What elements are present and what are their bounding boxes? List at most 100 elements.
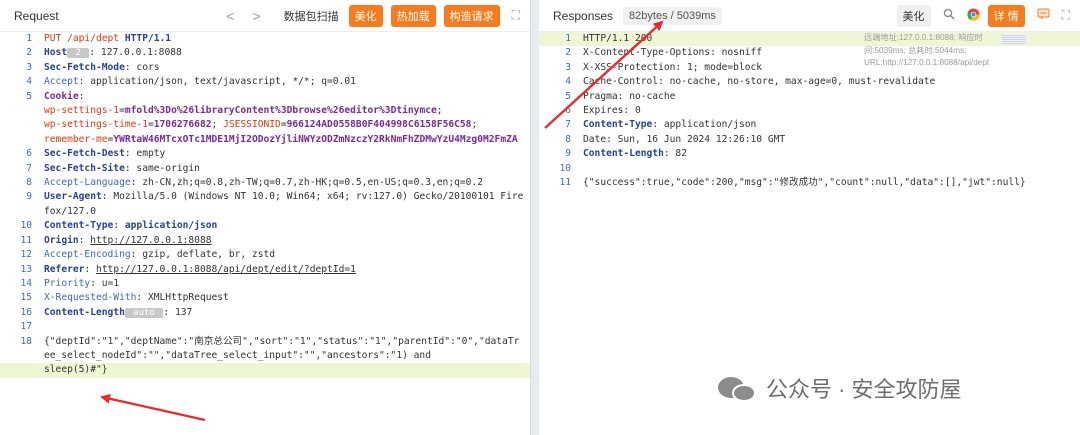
line-number <box>0 118 44 132</box>
line-token: mfold%3Do%26libraryContent%3Dbrowse%26ed… <box>124 105 437 117</box>
line-text: {"deptId":"1","deptName":"南京总公司","sort":… <box>44 335 530 364</box>
back-icon[interactable]: < <box>226 8 234 24</box>
line-token: {"deptId":"1","deptName":"南京总公司","sort":… <box>44 335 520 361</box>
line-text: User-Agent: Mozilla/5.0 (Windows NT 10.0… <box>44 190 530 219</box>
line-number: 1 <box>565 33 571 44</box>
line-token: : 127.0.0.1:8088 <box>89 47 182 59</box>
line-number: 11 <box>559 177 571 189</box>
beautify-button[interactable]: 美化 <box>348 4 383 27</box>
detail-button[interactable]: 详 情 <box>987 4 1025 27</box>
request-line: 2 Host 2 : 127.0.0.1:8088 <box>0 46 530 60</box>
line-text: sleep(5)#"} <box>44 363 530 377</box>
comment-icon[interactable] <box>1037 8 1050 23</box>
line-text: Host 2 : 127.0.0.1:8088 <box>44 46 530 60</box>
line-token: Cache-Control: no-cache, no-store, max-a… <box>583 76 936 88</box>
forward-icon[interactable]: > <box>252 8 260 24</box>
search-icon[interactable] <box>943 8 955 23</box>
response-line: 6 Expires: 0 <box>539 104 1080 118</box>
line-text: Priority: u=1 <box>44 277 530 291</box>
line-token: wp-settings-time-1 <box>44 119 148 131</box>
line-token: : <box>78 234 91 246</box>
response-line: 9 Content-Length: 82 <box>539 147 1080 161</box>
request-line: remember-me=YWRtaW46MTcxOTc1MDE1MjI2ODoz… <box>0 133 530 147</box>
line-text: Content-Type: application/json <box>583 118 1080 132</box>
line-text: Sec-Fetch-Site: same-origin <box>44 162 530 176</box>
response-title: Responses <box>553 8 614 23</box>
line-text <box>44 320 530 334</box>
line-text: wp-settings-1=mfold%3Do%26libraryContent… <box>44 104 530 118</box>
line-token: Sec-Fetch-Site <box>44 162 125 174</box>
line-token: auto <box>124 307 164 318</box>
line-text: Content-Length auto : 137 <box>44 306 530 320</box>
response-line: 5 Pragma: no-cache <box>539 90 1080 104</box>
request-line: 15 X-Requested-With: XMLHttpRequest <box>0 291 530 305</box>
line-token: JSESSIONID <box>223 119 281 131</box>
line-number: 7 <box>565 119 571 131</box>
response-line: 7 Content-Type: application/json <box>539 118 1080 132</box>
line-number <box>0 363 44 377</box>
request-line: 18 {"deptId":"1","deptName":"南京总公司","sort… <box>0 335 530 364</box>
line-token: Pragma: no-cache <box>583 90 676 102</box>
line-number: 3 <box>565 61 571 73</box>
line-text: X-XSS-Protection: 1; mode=block <box>583 61 1080 75</box>
line-text: Sec-Fetch-Dest: empty <box>44 147 530 161</box>
line-number: 6 <box>565 105 571 117</box>
line-text: Cache-Control: no-cache, no-store, max-a… <box>583 75 1080 89</box>
response-beautify-button[interactable]: 美化 <box>896 4 931 27</box>
line-token: Host <box>44 47 68 59</box>
request-line: wp-settings-time-1=1706276682; JSESSIONI… <box>0 118 530 132</box>
request-line: 13 Referer: http://127.0.0.1:8088/api/dep… <box>0 263 530 277</box>
line-token: HTTP/1.1 <box>124 33 172 44</box>
remote-info: 远端地址:127.0.0.1:8088; 响应时间:5039ms; 总耗时:50… <box>864 33 990 68</box>
line-text: Cookie: <box>44 90 530 104</box>
request-editor[interactable]: 1 PUT /api/dept HTTP/1.1 2 Host 2 : 127.0.0… <box>0 32 530 435</box>
line-number: 8 <box>565 133 571 145</box>
line-number: 10 <box>559 162 571 174</box>
expand-icon[interactable]: ⛶ <box>1062 8 1070 23</box>
line-text: Origin: http://127.0.0.1:8088 <box>44 234 530 248</box>
line-number: 12 <box>20 249 32 261</box>
request-line: 7 Sec-Fetch-Site: same-origin <box>0 162 530 176</box>
response-toolbar: Responses 82bytes / 5039ms 美化 详 情 ⛶ <box>539 0 1080 32</box>
chrome-icon[interactable] <box>966 7 980 24</box>
line-number: 6 <box>26 148 32 160</box>
request-line: 3 Sec-Fetch-Mode: cors <box>0 61 530 75</box>
line-token: /api/dept <box>61 33 125 44</box>
line-token: Content-Length <box>44 306 125 318</box>
line-number: 13 <box>20 263 32 275</box>
request-line: 9 User-Agent: Mozilla/5.0 (Windows NT 10.… <box>0 190 530 219</box>
line-number <box>0 133 44 147</box>
line-number: 2 <box>565 47 571 59</box>
line-number <box>0 104 44 118</box>
line-token: http://127.0.0.1:8088 <box>90 234 212 246</box>
line-token: Cookie <box>44 90 79 102</box>
response-line: 4 Cache-Control: no-cache, no-store, max-… <box>539 75 1080 89</box>
line-text: Accept-Encoding: gzip, deflate, br, zstd <box>44 248 530 262</box>
line-token: Content-Length <box>583 148 664 160</box>
line-number: 15 <box>20 292 32 304</box>
line-text: Accept-Language: zh-CN,zh;q=0.8,zh-TW;q=… <box>44 176 530 190</box>
line-token: Date: Sun, 16 Jun 2024 12:26:10 GMT <box>583 133 786 145</box>
expand-icon[interactable]: ⛶ <box>512 8 520 23</box>
line-token: ; <box>471 119 478 131</box>
scan-button[interactable]: 数据包扫描 <box>282 6 341 26</box>
line-token: : Mozilla/5.0 (Windows NT 10.0; Win64; x… <box>44 191 524 217</box>
response-size-time: 82bytes / 5039ms <box>623 6 722 25</box>
hot-load-button[interactable]: 热加载 <box>390 4 436 27</box>
line-token: : cors <box>124 61 160 73</box>
line-number: 2 <box>26 47 32 59</box>
request-line: 11 Origin: http://127.0.0.1:8088 <box>0 234 530 248</box>
line-number: 4 <box>565 76 571 88</box>
request-line: 10 Content-Type: application/json <box>0 219 530 233</box>
request-title: Request <box>14 8 59 23</box>
minimap-thumbnail <box>1002 34 1026 44</box>
construct-request-button[interactable]: 构造请求 <box>443 4 500 27</box>
line-text: Sec-Fetch-Mode: cors <box>44 61 530 75</box>
line-number: 5 <box>565 90 571 102</box>
line-token: http://127.0.0.1:8088/api/dept/edit/?dep… <box>96 263 356 275</box>
line-token: X-XSS-Protection: 1; mode=block <box>583 61 763 73</box>
line-token: Content-Type <box>583 119 653 131</box>
request-line: wp-settings-1=mfold%3Do%26libraryContent… <box>0 104 530 118</box>
watermark: 公众号 · 安全攻防屋 <box>718 372 962 404</box>
line-token: Accept-Language <box>44 177 131 189</box>
